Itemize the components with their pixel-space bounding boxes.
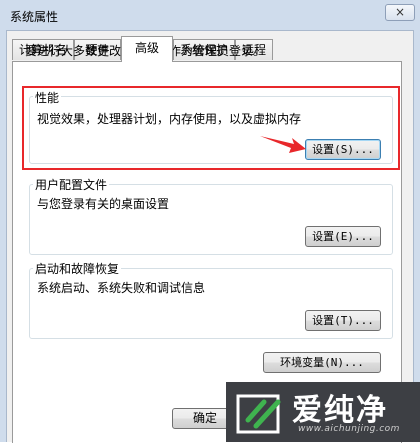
user-profiles-title: 用户配置文件 bbox=[33, 176, 110, 193]
startup-recovery-settings-button[interactable]: 设置(T)... bbox=[305, 310, 381, 331]
startup-recovery-description: 系统启动、系统失败和调试信息 bbox=[37, 281, 206, 295]
red-arrow-icon bbox=[260, 136, 306, 153]
watermark: 爱纯净 www.aichunjing.com bbox=[226, 382, 420, 442]
tab-advanced[interactable]: 高级 bbox=[121, 36, 173, 62]
title-bar: 系统属性 × bbox=[0, 0, 420, 30]
environment-variables-button[interactable]: 环境变量(N)... bbox=[263, 352, 381, 373]
user-profiles-description: 与您登录有关的桌面设置 bbox=[37, 197, 170, 211]
performance-settings-button[interactable]: 设置(S)... bbox=[305, 139, 381, 160]
watermark-name: 爱纯净 bbox=[292, 393, 388, 428]
close-icon: × bbox=[394, 5, 406, 19]
performance-description: 视觉效果，处理器计划，内存使用，以及虚拟内存 bbox=[37, 112, 302, 126]
window-title: 系统属性 bbox=[10, 10, 59, 24]
close-button[interactable]: × bbox=[385, 4, 415, 21]
startup-recovery-title: 启动和故障恢复 bbox=[33, 260, 122, 277]
system-properties-window: 系统属性 × 计算机名 硬件 高级 系统保护 远程 要进行大多数更改，您必须作为… bbox=[0, 0, 420, 443]
watermark-logo-icon bbox=[236, 394, 281, 434]
user-profiles-settings-button[interactable]: 设置(E)... bbox=[305, 226, 381, 247]
watermark-url: www.aichunjing.com bbox=[298, 424, 400, 434]
performance-title: 性能 bbox=[33, 89, 62, 106]
